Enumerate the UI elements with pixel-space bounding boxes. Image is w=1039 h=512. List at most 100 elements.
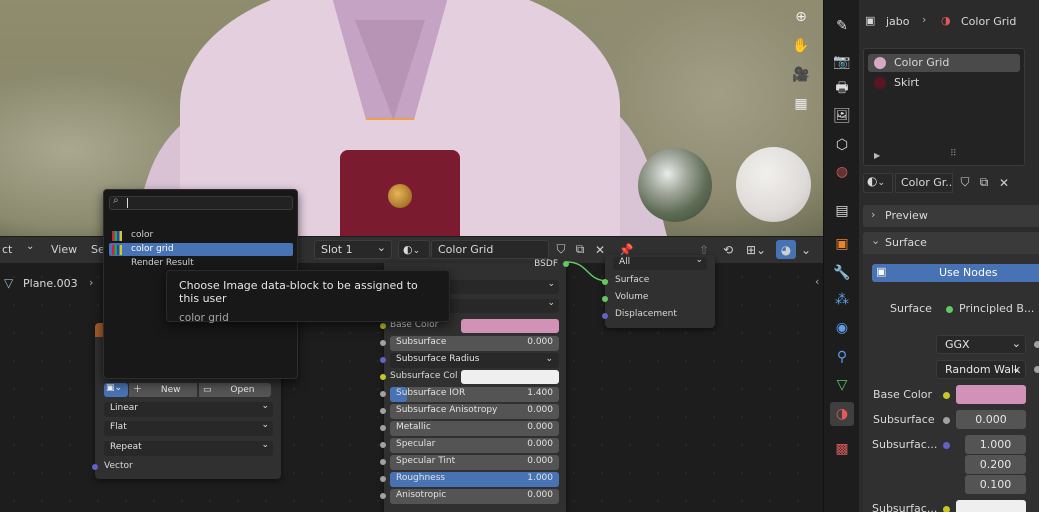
- extension-dropdown[interactable]: Repeat ⌄: [104, 440, 273, 456]
- modifier-tab-icon[interactable]: 🔧: [830, 261, 854, 285]
- datablock-item[interactable]: color: [109, 229, 293, 242]
- input-slider[interactable]: Subsurface Anisotropy 0.000: [390, 404, 559, 419]
- volume-input-socket[interactable]: [602, 296, 608, 302]
- input-slider[interactable]: Specular 0.000: [390, 438, 559, 453]
- radius-z-field[interactable]: 0.100: [965, 475, 1026, 494]
- radius-x-field[interactable]: 1.000: [965, 435, 1026, 454]
- material-output-node[interactable]: All ⌄ Surface Volume Displacement: [602, 255, 715, 328]
- surface-shader-value[interactable]: Principled B...: [959, 302, 1034, 315]
- use-nodes-button[interactable]: ▣ Use Nodes: [872, 264, 1039, 282]
- material-slot[interactable]: Color Grid: [868, 54, 1020, 72]
- base-color-swatch[interactable]: [956, 385, 1026, 404]
- subsurface-value-field[interactable]: 0.000: [956, 410, 1026, 429]
- displacement-input-socket[interactable]: [602, 313, 608, 319]
- input-dropdown[interactable]: Subsurface Radius ⌄: [390, 353, 559, 368]
- slot-dropdown[interactable]: Slot 1 ⌄: [314, 240, 392, 259]
- open-image-button[interactable]: ▭ Open: [199, 383, 271, 397]
- material-slot-list[interactable]: Color Grid Skirt ▶ ⠿: [863, 48, 1025, 166]
- image-thumbnail-icon: [112, 245, 122, 255]
- input-socket[interactable]: [380, 493, 386, 499]
- input-label: Subsurface Radius: [396, 354, 480, 364]
- color-swatch[interactable]: [461, 319, 559, 333]
- input-value: 0.000: [527, 439, 553, 449]
- texture-tab-icon[interactable]: ▩: [830, 437, 854, 461]
- input-socket[interactable]: [380, 391, 386, 397]
- input-socket[interactable]: [380, 408, 386, 414]
- surface-panel-header[interactable]: ⌄ Surface: [863, 232, 1039, 254]
- input-socket[interactable]: [380, 425, 386, 431]
- overlay-toggle-icon[interactable]: ◕: [776, 240, 796, 259]
- duplicate-icon[interactable]: ⧉: [974, 173, 994, 192]
- particles-tab-icon[interactable]: ⁂: [830, 288, 854, 312]
- editor-type-menu[interactable]: ct: [2, 243, 12, 256]
- snap-grid-icon[interactable]: ⊞⌄: [742, 240, 770, 259]
- resize-handle-icon[interactable]: ⠿: [950, 149, 957, 159]
- sidebar-toggle-icon[interactable]: ‹: [815, 275, 819, 288]
- datablock-item[interactable]: Render Result: [109, 257, 293, 270]
- tool-tab-icon[interactable]: ✎: [830, 14, 854, 38]
- input-slider[interactable]: Anisotropic 0.000: [390, 489, 559, 504]
- duplicate-icon[interactable]: ⧉: [570, 240, 590, 259]
- material-slot[interactable]: Skirt: [868, 74, 1020, 92]
- expand-list-icon[interactable]: ▶: [874, 151, 880, 160]
- input-socket[interactable]: [380, 459, 386, 465]
- grid-icon[interactable]: ▦: [788, 91, 814, 117]
- distribution-dropdown[interactable]: ⌄: [447, 279, 559, 294]
- vector-input-socket[interactable]: [92, 464, 98, 470]
- output-tab-icon[interactable]: 🖶: [830, 77, 854, 101]
- input-socket[interactable]: [380, 374, 386, 380]
- chevron-down-icon[interactable]: ⌄: [796, 240, 816, 259]
- view-layer-tab-icon[interactable]: 🖼: [830, 104, 854, 128]
- fake-user-shield-icon[interactable]: ⛉: [551, 240, 571, 259]
- output-target-dropdown[interactable]: All ⌄: [613, 255, 707, 270]
- projection-dropdown[interactable]: Flat ⌄: [104, 420, 273, 436]
- datablock-item[interactable]: color grid: [109, 243, 293, 256]
- preview-panel-header[interactable]: › Preview: [863, 205, 1039, 227]
- hand-icon[interactable]: ✋: [788, 33, 814, 59]
- input-socket[interactable]: [380, 476, 386, 482]
- radius-y-field[interactable]: 0.200: [965, 455, 1026, 474]
- constraints-tab-icon[interactable]: ⚲: [830, 345, 854, 369]
- camera-icon[interactable]: 🎥: [788, 62, 814, 88]
- input-label: Subsurface Col: [390, 371, 458, 381]
- color-swatch[interactable]: [461, 370, 559, 384]
- material-browse-button[interactable]: ◐⌄: [398, 240, 430, 259]
- physics-tab-icon[interactable]: ◉: [830, 316, 854, 340]
- view-menu[interactable]: View: [51, 243, 77, 256]
- input-socket[interactable]: [380, 340, 386, 346]
- new-label: New: [160, 385, 181, 395]
- close-icon[interactable]: ✕: [994, 173, 1014, 192]
- tooltip-title: Choose Image data-block to be assigned t…: [179, 279, 418, 305]
- distribution-dropdown[interactable]: GGX ⌄: [936, 335, 1026, 354]
- object-data-tab-icon[interactable]: ▽: [830, 373, 854, 397]
- chevron-down-icon[interactable]: ⌄: [26, 241, 34, 252]
- collection-tab-icon[interactable]: ▤: [830, 199, 854, 223]
- datablock-search-field[interactable]: ⌕: [109, 195, 293, 210]
- new-image-button[interactable]: ＋ New: [129, 383, 197, 397]
- interpolation-dropdown[interactable]: Linear ⌄: [104, 401, 273, 417]
- subsurface-method-dropdown[interactable]: ⌄: [447, 298, 559, 313]
- snap-icon[interactable]: ⟲: [718, 240, 738, 259]
- input-socket[interactable]: [380, 442, 386, 448]
- scene-tab-icon[interactable]: ⬡: [830, 133, 854, 157]
- render-tab-icon[interactable]: 📷: [830, 50, 854, 74]
- subsurface-radius-label: Subsurfac...: [872, 438, 938, 451]
- material-name-field[interactable]: Color Grid: [431, 240, 549, 259]
- material-browse-button[interactable]: ◐⌄: [863, 173, 893, 193]
- zoom-icon[interactable]: ⊕: [788, 4, 814, 30]
- input-slider[interactable]: Subsurface 0.000: [390, 336, 559, 351]
- material-name-field[interactable]: Color Gr...: [895, 173, 953, 193]
- subsurface-color-swatch[interactable]: [956, 500, 1026, 512]
- input-slider[interactable]: Roughness 1.000: [390, 472, 559, 487]
- image-browse-button[interactable]: ▣⌄: [104, 383, 128, 397]
- input-slider[interactable]: Metallic 0.000: [390, 421, 559, 436]
- bsdf-output-label: BSDF: [534, 259, 558, 269]
- fake-user-shield-icon[interactable]: ⛉: [955, 173, 975, 192]
- input-socket[interactable]: [380, 357, 386, 363]
- material-tab-icon[interactable]: ◑: [830, 402, 854, 426]
- subsurface-method-dropdown[interactable]: Random Walk ⌄: [936, 360, 1026, 379]
- input-slider[interactable]: Specular Tint 0.000: [390, 455, 559, 470]
- object-tab-icon[interactable]: ▣: [830, 232, 854, 256]
- input-slider[interactable]: Subsurface IOR 1.400: [390, 387, 559, 402]
- world-tab-icon[interactable]: ◍: [830, 160, 854, 184]
